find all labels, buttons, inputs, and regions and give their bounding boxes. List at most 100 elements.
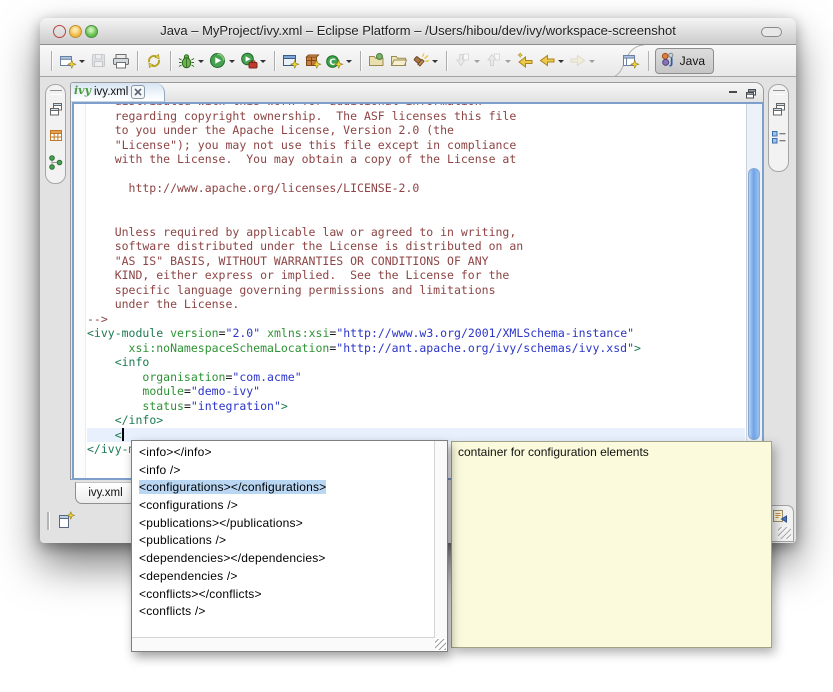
- dropdown-arrow-icon[interactable]: [474, 60, 480, 63]
- dropdown-arrow-icon[interactable]: [505, 60, 511, 63]
- zoom-window-button[interactable]: [85, 25, 98, 38]
- titlebar[interactable]: Java – MyProject/ivy.xml – Eclipse Platf…: [40, 18, 796, 45]
- editor-line[interactable]: status="integration">: [87, 399, 745, 414]
- toolbar-separator: [446, 51, 447, 71]
- dropdown-arrow-icon[interactable]: [260, 60, 266, 63]
- editor-vertical-scrollbar[interactable]: [746, 104, 762, 478]
- open-perspective-button[interactable]: [621, 51, 641, 71]
- content-assist-item[interactable]: <publications></publications>: [132, 515, 435, 533]
- search-button[interactable]: [411, 51, 440, 71]
- dropdown-arrow-icon[interactable]: [229, 60, 235, 63]
- dropdown-arrow-icon[interactable]: [79, 60, 85, 63]
- java-perspective-button[interactable]: J Java: [655, 48, 714, 74]
- minimize-window-button[interactable]: [69, 25, 82, 38]
- restore-view-icon[interactable]: [771, 102, 787, 122]
- open-type-button[interactable]: [367, 51, 387, 71]
- editor-line[interactable]: http://www.apache.org/licenses/LICENSE-2…: [87, 181, 745, 196]
- dropdown-arrow-icon[interactable]: [432, 60, 438, 63]
- editor-lines: distributed with this work for additiona…: [87, 102, 745, 457]
- editor-line[interactable]: <ivy-module version="2.0" xmlns:xsi="htt…: [87, 326, 745, 341]
- tree-view-icon[interactable]: [48, 155, 64, 175]
- refresh-button[interactable]: [144, 51, 164, 71]
- close-window-button[interactable]: [53, 25, 66, 38]
- editor-line[interactable]: -->: [87, 312, 745, 327]
- close-tab-icon[interactable]: [131, 85, 145, 99]
- new-package-button[interactable]: [303, 51, 323, 71]
- new-wizard-button[interactable]: [58, 51, 87, 71]
- new-class-button[interactable]: C: [325, 51, 354, 71]
- editor-content[interactable]: distributed with this work for additiona…: [72, 102, 764, 480]
- new-java-project-button[interactable]: [281, 51, 301, 71]
- debug-button[interactable]: [177, 51, 206, 71]
- editor-tab-ivy-xml[interactable]: ivy ivy.xml: [71, 83, 165, 102]
- editor-line[interactable]: software distributed under the License i…: [87, 239, 745, 254]
- popup-horizontal-scrollbar[interactable]: [132, 637, 435, 651]
- editor-line[interactable]: [87, 167, 745, 182]
- editor-page-tab-ivy-xml[interactable]: ivy.xml: [75, 482, 136, 504]
- editor-line[interactable]: KIND, either express or implied. See the…: [87, 268, 745, 283]
- content-assist-item[interactable]: <info />: [132, 462, 435, 480]
- content-assist-item[interactable]: <info></info>: [132, 444, 435, 462]
- dropdown-arrow-icon[interactable]: [346, 60, 352, 63]
- dropdown-arrow-icon[interactable]: [589, 60, 595, 63]
- print-button[interactable]: [111, 51, 131, 71]
- run-button[interactable]: [208, 51, 237, 71]
- debug-icon: [178, 52, 196, 70]
- editor-line[interactable]: Unless required by applicable law or agr…: [87, 225, 745, 240]
- content-assist-item[interactable]: <configurations />: [132, 497, 435, 515]
- previous-annotation-button[interactable]: [484, 51, 513, 71]
- editor-line[interactable]: <info: [87, 355, 745, 370]
- drag-handle[interactable]: [773, 90, 785, 95]
- restore-view-icon[interactable]: [48, 102, 64, 122]
- editor-line[interactable]: to you under the Apache License, Version…: [87, 123, 745, 138]
- save-button[interactable]: [89, 51, 109, 71]
- editor-line[interactable]: "AS IS" BASIS, WITHOUT WARRANTIES OR CON…: [87, 254, 745, 269]
- editor-line[interactable]: regarding copyright ownership. The ASF l…: [87, 109, 745, 124]
- next-annotation-button[interactable]: [453, 51, 482, 71]
- editor-line[interactable]: "License"); you may not use this file ex…: [87, 138, 745, 153]
- fast-view-shortcut-button[interactable]: [56, 510, 76, 535]
- editor-tab-label: ivy.xml: [94, 86, 128, 98]
- text-caret: [122, 428, 124, 441]
- dropdown-arrow-icon[interactable]: [198, 60, 204, 63]
- editor-line[interactable]: organisation="com.acme": [87, 370, 745, 385]
- content-assist-item[interactable]: <conflicts />: [132, 603, 435, 621]
- content-assist-item[interactable]: <dependencies></dependencies>: [132, 550, 435, 568]
- proposal-info-tooltip: container for configuration elements: [451, 441, 772, 648]
- dropdown-arrow-icon[interactable]: [558, 60, 564, 63]
- editor-line[interactable]: with the License. You may obtain a copy …: [87, 152, 745, 167]
- outline-view-icon[interactable]: [771, 129, 787, 150]
- last-edit-location-button[interactable]: [515, 51, 535, 71]
- desktop: Java – MyProject/ivy.xml – Eclipse Platf…: [0, 0, 833, 692]
- editor-line[interactable]: xsi:noNamespaceSchemaLocation="http://an…: [87, 341, 745, 356]
- content-assist-item[interactable]: <configurations></configurations>: [132, 479, 435, 497]
- svg-text:ivy: ivy: [74, 84, 93, 97]
- editor-line[interactable]: under the License.: [87, 297, 745, 312]
- annotation-ruler[interactable]: [74, 104, 86, 478]
- run-external-tools-button[interactable]: [239, 51, 268, 71]
- content-assist-item[interactable]: <dependencies />: [132, 568, 435, 586]
- scrollbar-thumb[interactable]: [748, 168, 760, 440]
- open-resource-button[interactable]: [389, 51, 409, 71]
- ivy-file-icon: ivy: [74, 83, 93, 102]
- editor-page-tab-label: ivy.xml: [88, 487, 122, 499]
- popup-vertical-scrollbar[interactable]: [434, 441, 447, 638]
- content-assist-item[interactable]: <conflicts></conflicts>: [132, 586, 435, 604]
- popup-resize-grip[interactable]: [435, 639, 446, 650]
- refresh-icon: [145, 52, 163, 70]
- forward-icon: [569, 52, 587, 70]
- forward-button[interactable]: [568, 51, 597, 71]
- back-button[interactable]: [537, 51, 566, 71]
- editor-line[interactable]: specific language governing permissions …: [87, 283, 745, 298]
- svg-text:J: J: [669, 57, 674, 68]
- content-assist-item[interactable]: <publications />: [132, 532, 435, 550]
- window-resize-grip[interactable]: [778, 527, 791, 539]
- print-icon: [112, 52, 130, 70]
- toolbar-toggle-pill[interactable]: [761, 27, 782, 37]
- editor-line[interactable]: [87, 196, 745, 211]
- editor-line[interactable]: [87, 210, 745, 225]
- drag-handle[interactable]: [50, 90, 62, 95]
- editor-line[interactable]: </info>: [87, 413, 745, 428]
- editor-line[interactable]: module="demo-ivy": [87, 384, 745, 399]
- table-view-icon[interactable]: [48, 129, 64, 148]
